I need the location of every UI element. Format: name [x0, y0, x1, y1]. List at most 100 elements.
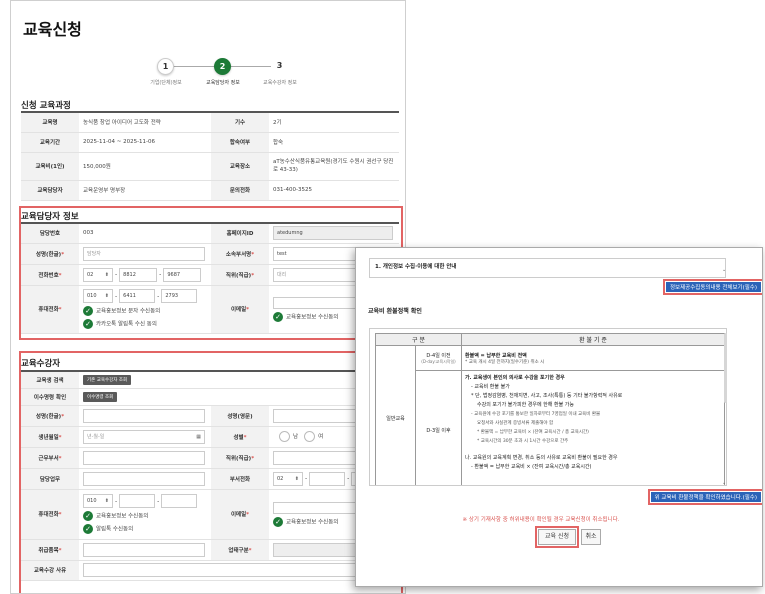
trainee-mobile-mid-input[interactable]: [119, 494, 156, 508]
table-row: D-3일 이후 가. 교육생이 본인의 의사로 수강을 포기한 경우 - 교육비…: [376, 370, 725, 485]
gender-label: 성별: [233, 434, 244, 441]
homepage-id-label: 홈페이지ID: [211, 222, 269, 244]
privacy-full-view-button[interactable]: 정보제공수집동의내용 전체보기(필수): [662, 279, 762, 295]
email-consent-label: 교육홍보정보 수신동의: [286, 314, 339, 320]
table-row: 생년월일* 년-월-일 ▦ 성별* 남여: [21, 426, 400, 448]
refund-agree-button[interactable]: 위 교육비 환불정책을 확인하였습니다.(필수): [647, 489, 762, 505]
reason-input[interactable]: [83, 563, 393, 577]
manager-name-label: 성명(한글): [35, 251, 62, 258]
privacy-box: 1. 개인정보 수집·이용에 대한 안내: [369, 258, 726, 278]
course-label: 교육명: [21, 111, 79, 133]
check-icon[interactable]: ✓: [273, 516, 283, 527]
required-mark: *: [58, 547, 62, 554]
table-row: 이수명령 확인 이수명령 조회: [21, 388, 400, 406]
mobile-last-input[interactable]: 2793: [161, 289, 198, 303]
period-before: D-4일 이전: [426, 352, 451, 359]
category-input[interactable]: [83, 542, 205, 557]
course-table: 교육명 농식품 창업 아이디어 고도화 전략 기수 2기 교육기간 2025-1…: [21, 111, 399, 201]
history-label: 이수명령 확인: [21, 388, 79, 406]
step-2: 2: [214, 58, 231, 75]
manager-section-title: 교육담당자 정보: [21, 212, 79, 222]
check-icon[interactable]: ✓: [83, 319, 93, 329]
category-label: 취급품목: [38, 547, 59, 554]
required-mark: *: [251, 251, 255, 258]
table-row: 구 분 환 불 기 준: [374, 333, 725, 346]
trainee-position-label: 직위(직급): [225, 455, 252, 462]
duty-label: 담당업무: [21, 468, 79, 490]
period-after: D-3일 이후: [414, 370, 463, 485]
course-label: 교육담당자: [21, 180, 79, 201]
table-row: 교육담당자 교육운영부 명부장 문의전화 031-400-3525: [21, 180, 399, 201]
table-row: 성명(한글)* 담당자 소속부서명* test: [21, 243, 399, 265]
phone-area-select[interactable]: 02: [83, 267, 113, 282]
refund-line: 가. 교육생이 본인의 의사로 수강을 포기한 경우: [465, 375, 565, 381]
name-kr-input[interactable]: [83, 408, 205, 423]
refund-line: - 교육비 환불 불가: [471, 384, 510, 390]
existing-trainee-search-button[interactable]: 기존 교육수강자 조회: [83, 374, 132, 385]
check-icon[interactable]: ✓: [83, 524, 93, 534]
mobile-mid-input[interactable]: 6411: [119, 289, 156, 303]
refund-head-criteria: 환 불 기 준: [461, 333, 725, 346]
mobile-prefix-select[interactable]: 010: [83, 289, 113, 303]
manager-table: 담당번호 003 홈페이지ID atedumng 성명(한글)* 담당자 소속부…: [21, 222, 399, 334]
birth-label: 생년월일: [38, 434, 59, 441]
phone-label: 전화번호: [38, 272, 59, 279]
table-row: 교육기간 2025-11-04 ~ 2025-11-06 합숙여부 합숙: [21, 132, 399, 153]
birth-input[interactable]: 년-월-일 ▦: [83, 429, 205, 444]
check-icon[interactable]: ✓: [273, 311, 283, 322]
table-row: 교육수강 사유: [21, 560, 400, 581]
manager-name-input[interactable]: 담당자: [83, 246, 205, 261]
calendar-icon[interactable]: ▦: [196, 431, 201, 443]
dept-phone-area-select[interactable]: 02: [273, 471, 303, 486]
mobile-label: 휴대전화: [38, 307, 59, 313]
table-row: 근무부서* 직위(직급)*: [21, 447, 400, 469]
course-value: 합숙: [269, 132, 399, 153]
course-value: 교육운영부 명부장: [79, 180, 211, 201]
phone-last-input[interactable]: 9687: [163, 267, 202, 282]
business-type-label: 업태구분: [228, 547, 249, 554]
required-mark: *: [246, 512, 250, 518]
step-1: 1: [157, 58, 174, 75]
chevron-down-icon[interactable]: ⌄: [722, 267, 726, 273]
kakao-consent-label: 카카오톡 알림톡 수신 동의: [96, 321, 157, 328]
scrollbar[interactable]: [724, 333, 727, 403]
check-icon[interactable]: ✓: [83, 511, 93, 521]
dept-phone-mid-input[interactable]: [309, 471, 346, 486]
reason-label: 교육수강 사유: [21, 560, 79, 581]
refund-title: 교육비 환불정책 확인: [368, 308, 422, 315]
check-icon[interactable]: ✓: [83, 306, 93, 316]
trainee-mobile-last-input[interactable]: [161, 494, 198, 508]
cancel-button[interactable]: 취소: [581, 529, 601, 545]
gender-female-radio[interactable]: [304, 431, 316, 442]
gender-male-label: 남: [293, 434, 299, 440]
homepage-id-field[interactable]: atedumng: [273, 226, 393, 241]
required-mark: *: [61, 413, 65, 420]
manager-number: 003: [79, 222, 211, 244]
apply-button[interactable]: 교육 신청: [535, 526, 579, 548]
refund-line: * 교육시간의 30분 초과 시 1시간 수강으로 간주: [477, 439, 569, 444]
required-mark: *: [58, 307, 62, 313]
phone-mid-input[interactable]: 8812: [119, 267, 158, 282]
table-row: 일반교육 D-4일 이전 (D-day:교육시작일) 환불액 = 납부한 교육비 …: [375, 345, 725, 485]
step-1-label: 기업(단체)정보: [150, 80, 182, 86]
main-panel: 교육신청 1 2 3 기업(단체)정보 교육담당자 정보 교육수강자 정보 신청…: [10, 0, 406, 594]
trainee-mobile-label: 휴대전화: [38, 512, 59, 518]
course-value: 2025-11-04 ~ 2025-11-06: [79, 132, 211, 153]
step-2-label: 교육담당자 정보: [206, 80, 240, 86]
table-row: 담당업무 부서전화 02--: [21, 468, 400, 490]
table-row: 휴대전화* 010-- ✓교육홍보정보 수신동의 ✓알림톡 수신동의 이메일* …: [21, 489, 400, 540]
course-value: 농식품 창업 아이디어 고도화 전략: [79, 111, 211, 133]
history-search-button[interactable]: 이수명령 조회: [83, 391, 118, 402]
step-line: [231, 66, 271, 67]
birth-placeholder: 년-월-일: [87, 433, 105, 440]
duty-input[interactable]: [83, 471, 205, 486]
refund-scroll-box[interactable]: 구 분 환 불 기 준 일반교육 D-4일 이전 (D-day:교육시작일) 환불…: [369, 328, 727, 486]
trainee-dept-label: 근무부서: [38, 455, 59, 462]
gender-female-label: 여: [318, 434, 324, 440]
chevron-down-icon[interactable]: ⌄: [722, 480, 726, 486]
refund-line: * 환불액 = 납부한 교육비 × (잔여 교육시간 / 총 교육시간): [477, 430, 589, 435]
trainee-dept-input[interactable]: [83, 450, 205, 465]
trainee-mobile-prefix-select[interactable]: 010: [83, 494, 113, 508]
position-label: 직위(직급): [225, 272, 252, 279]
gender-male-radio[interactable]: [279, 431, 290, 442]
